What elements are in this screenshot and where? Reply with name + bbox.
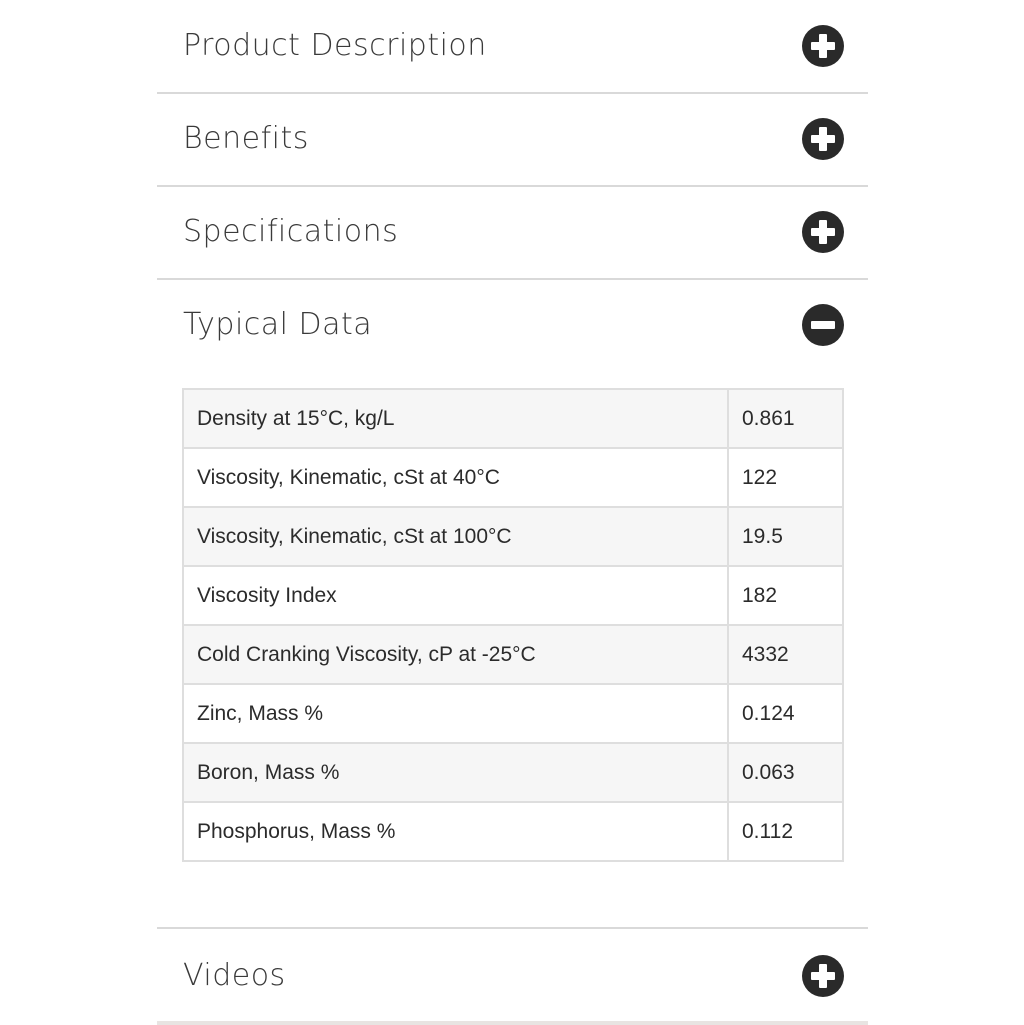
property-cell: Density at 15°C, kg/L	[182, 388, 729, 449]
section-title: Product Description	[183, 28, 487, 63]
property-cell: Viscosity, Kinematic, cSt at 100°C	[182, 506, 729, 567]
property-cell: Zinc, Mass %	[182, 683, 729, 744]
value-cell: 0.063	[727, 742, 844, 803]
value-cell: 0.124	[727, 683, 844, 744]
property-cell: Viscosity Index	[182, 565, 729, 626]
property-cell: Phosphorus, Mass %	[182, 801, 729, 862]
section-title: Typical Data	[183, 307, 373, 342]
value-cell: 0.112	[727, 801, 844, 862]
value-cell: 122	[727, 447, 844, 508]
section-benefits[interactable]: Benefits	[157, 94, 868, 187]
table-row: Boron, Mass % 0.063	[182, 742, 844, 803]
product-accordion: Product Description Benefits Specificati…	[157, 0, 868, 1025]
section-typical-data[interactable]: Typical Data	[157, 280, 868, 372]
property-cell: Viscosity, Kinematic, cSt at 40°C	[182, 447, 729, 508]
value-cell: 4332	[727, 624, 844, 685]
value-cell: 0.861	[727, 388, 844, 449]
value-cell: 182	[727, 565, 844, 626]
section-videos[interactable]: Videos	[157, 929, 868, 1025]
typical-data-table: Density at 15°C, kg/L 0.861 Viscosity, K…	[182, 388, 844, 862]
value-cell: 19.5	[727, 506, 844, 567]
section-title: Specifications	[183, 214, 399, 249]
table-row: Phosphorus, Mass % 0.112	[182, 801, 844, 862]
typical-data-panel: Density at 15°C, kg/L 0.861 Viscosity, K…	[157, 372, 868, 929]
section-title: Benefits	[183, 121, 309, 156]
table-row: Viscosity, Kinematic, cSt at 40°C 122	[182, 447, 844, 508]
property-cell: Cold Cranking Viscosity, cP at -25°C	[182, 624, 729, 685]
table-row: Zinc, Mass % 0.124	[182, 683, 844, 744]
table-row: Density at 15°C, kg/L 0.861	[182, 388, 844, 449]
table-row: Viscosity, Kinematic, cSt at 100°C 19.5	[182, 506, 844, 567]
plus-circle-icon[interactable]	[802, 118, 844, 160]
table-row: Viscosity Index 182	[182, 565, 844, 626]
property-cell: Boron, Mass %	[182, 742, 729, 803]
section-specifications[interactable]: Specifications	[157, 187, 868, 280]
plus-circle-icon[interactable]	[802, 211, 844, 253]
plus-circle-icon[interactable]	[802, 955, 844, 997]
table-row: Cold Cranking Viscosity, cP at -25°C 433…	[182, 624, 844, 685]
minus-circle-icon[interactable]	[802, 304, 844, 346]
plus-circle-icon[interactable]	[802, 25, 844, 67]
bottom-divider	[157, 1021, 868, 1025]
section-product-description[interactable]: Product Description	[157, 0, 868, 94]
section-title: Videos	[183, 958, 286, 993]
